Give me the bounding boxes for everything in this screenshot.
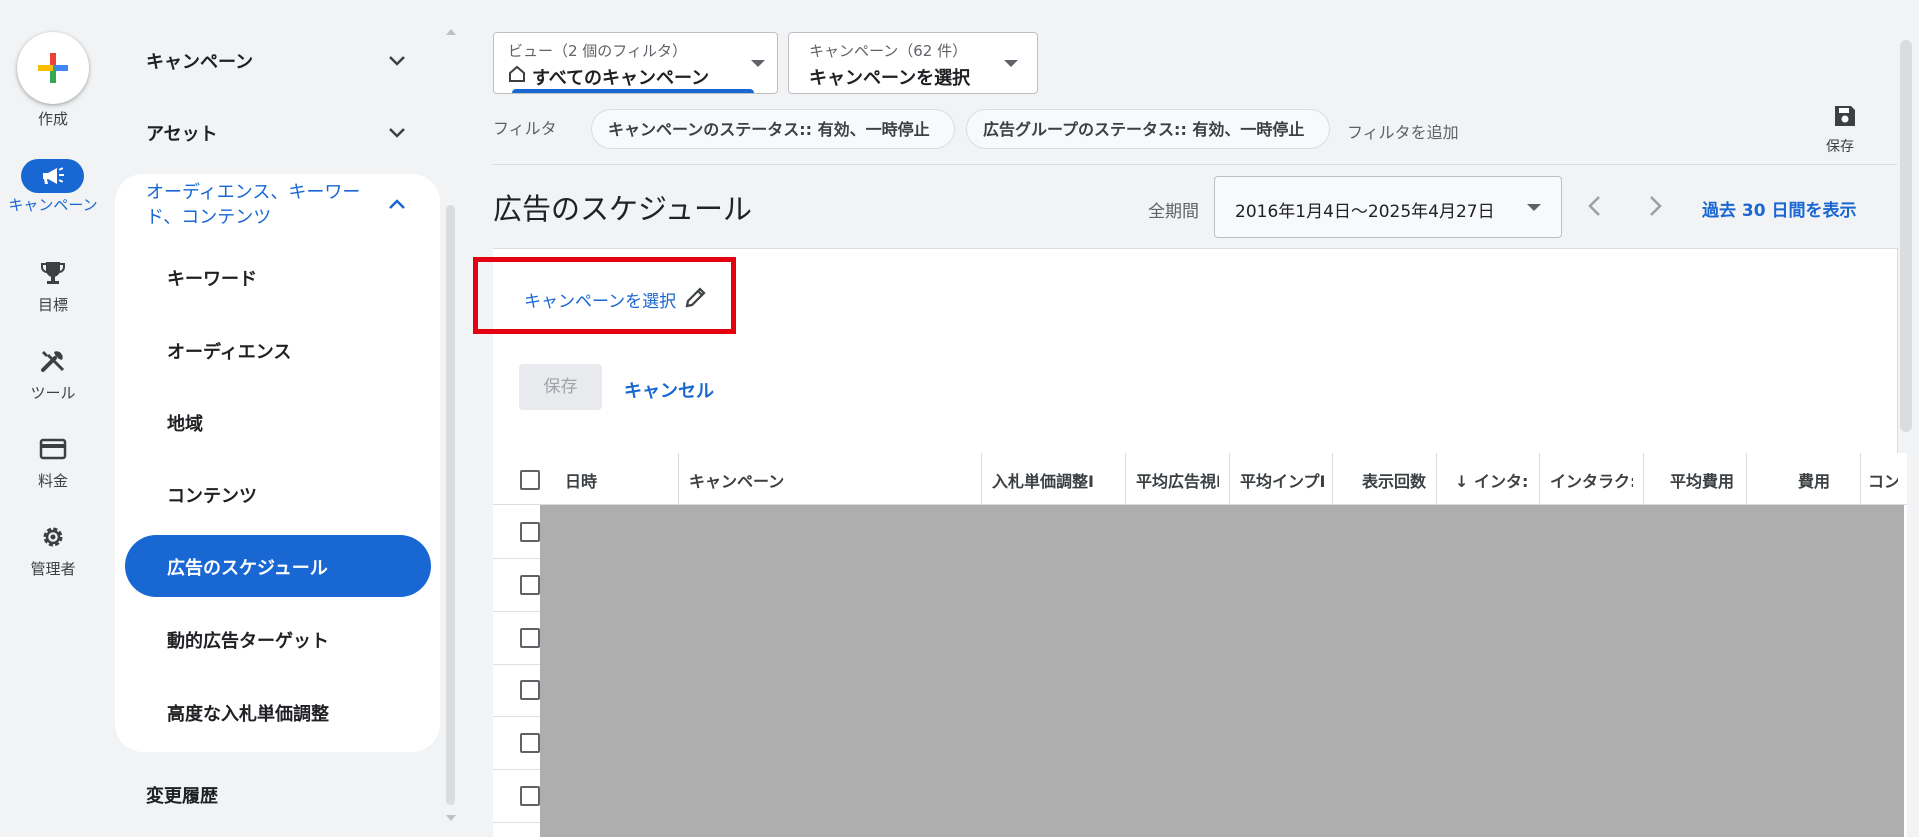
row-divider — [493, 716, 540, 717]
col-header-avg-impression[interactable]: 平均インプⅠ — [1240, 468, 1324, 492]
chevron-up-icon[interactable] — [385, 193, 409, 217]
caret-down-icon — [1527, 204, 1541, 211]
tools-icon[interactable] — [38, 346, 68, 376]
date-range-picker[interactable]: 2016年1月4日～2025年4月27日 — [1214, 176, 1562, 238]
nav-dynamic-ad-targets[interactable]: 動的広告ターゲット — [167, 627, 329, 653]
row-checkbox[interactable] — [520, 680, 540, 700]
home-icon — [509, 65, 525, 82]
editor-cancel-button[interactable]: キャンセル — [624, 377, 714, 403]
nav-content[interactable]: コンテンツ — [167, 482, 257, 508]
nav-campaigns[interactable]: キャンペーン — [146, 48, 253, 74]
col-divider — [1643, 453, 1644, 505]
nav-section-card — [115, 174, 440, 752]
show-last-30-days-link[interactable]: 過去 30 日間を表示 — [1702, 196, 1857, 221]
page-title: 広告のスケジュール — [493, 192, 752, 226]
billing-label: 料金 — [37, 472, 68, 490]
col-divider — [1746, 453, 1747, 505]
chevron-down-icon[interactable] — [385, 120, 409, 144]
chevron-left-icon[interactable] — [1583, 193, 1607, 219]
nav-section-title[interactable]: オーディエンス、キーワード、コンテンツ — [146, 180, 376, 230]
row-divider — [493, 769, 540, 770]
nav-ad-schedule[interactable]: 広告のスケジュール — [125, 535, 431, 597]
editor-save-button[interactable]: 保存 — [519, 364, 602, 410]
filter-chip-adgroup-status[interactable]: 広告グループのステータス:: 有効、一時停止 — [966, 109, 1330, 149]
page-scrollbar[interactable] — [1900, 40, 1912, 432]
select-campaign-link[interactable]: キャンペーンを選択 — [524, 287, 676, 312]
nav-advanced-bid-adjustments[interactable]: 高度な入札単価調整 — [167, 700, 329, 726]
create-button[interactable] — [17, 32, 89, 104]
view-dropdown[interactable]: ビュー（2 個のフィルタ） すべてのキャンペーン — [493, 32, 778, 94]
trophy-icon[interactable] — [38, 258, 68, 288]
col-divider — [1860, 453, 1861, 505]
row-divider — [493, 822, 540, 823]
col-header-interaction-rate[interactable]: インタラク: — [1550, 468, 1633, 492]
create-label: 作成 — [37, 110, 68, 128]
row-checkbox[interactable] — [520, 575, 540, 595]
col-header-avg-ad-view[interactable]: 平均広告視Ⅰ — [1136, 468, 1219, 492]
chevron-down-icon[interactable] — [385, 48, 409, 72]
campaign-dropdown[interactable]: キャンペーン（62 件） キャンペーンを選択 — [788, 32, 1038, 94]
save-top-label[interactable]: 保存 — [1826, 136, 1854, 156]
col-header-interactions-sorted[interactable]: ↓ インタ: — [1455, 468, 1531, 492]
col-divider — [1229, 453, 1230, 505]
col-divider — [1332, 453, 1333, 505]
row-checkbox[interactable] — [520, 628, 540, 648]
col-header-bid-adjustment[interactable]: 入札単価調整Ⅰ — [992, 468, 1095, 492]
col-header-impressions[interactable]: 表示回数 — [1343, 468, 1426, 492]
filter-label: フィルタ — [493, 119, 557, 138]
pencil-icon[interactable] — [683, 284, 709, 310]
nav-scroll-up-arrow-icon[interactable] — [444, 26, 458, 36]
row-divider — [493, 558, 540, 559]
tools-label: ツール — [30, 384, 76, 402]
view-dropdown-caption: ビュー（2 個のフィルタ） — [508, 42, 688, 60]
col-divider — [981, 453, 982, 505]
select-all-checkbox[interactable] — [520, 470, 540, 490]
plus-icon — [38, 53, 68, 83]
campaign-dropdown-value: キャンペーンを選択 — [809, 68, 971, 89]
date-range-value: 2016年1月4日～2025年4月27日 — [1235, 202, 1495, 222]
col-header-cost[interactable]: 費用 — [1757, 468, 1830, 492]
row-checkbox[interactable] — [520, 786, 540, 806]
row-divider — [493, 611, 540, 612]
filter-chip-campaign-status[interactable]: キャンペーンのステータス:: 有効、一時停止 — [591, 109, 955, 149]
col-divider — [1436, 453, 1437, 505]
gear-icon[interactable] — [38, 522, 68, 552]
caret-down-icon — [1004, 60, 1018, 67]
megaphone-icon — [43, 167, 64, 184]
row-checkbox[interactable] — [520, 733, 540, 753]
view-dropdown-value: すべてのキャンペーン — [532, 68, 710, 89]
campaigns-rail-button[interactable] — [21, 159, 84, 193]
goals-label: 目標 — [37, 296, 68, 314]
col-divider — [1539, 453, 1540, 505]
nav-scrollbar[interactable] — [446, 205, 455, 805]
view-dropdown-underline — [512, 89, 754, 93]
redacted-table-content — [540, 505, 1904, 837]
col-header-avg-cost[interactable]: 平均費用 — [1654, 468, 1734, 492]
nav-change-history[interactable]: 変更履歴 — [146, 782, 218, 808]
nav-assets[interactable]: アセット — [146, 120, 218, 146]
nav-ad-schedule-label: 広告のスケジュール — [167, 558, 328, 579]
nav-locations[interactable]: 地域 — [167, 410, 203, 436]
caret-down-icon — [751, 60, 765, 67]
col-header-datetime[interactable]: 日時 — [565, 468, 665, 492]
col-header-conversions[interactable]: コン — [1868, 468, 1898, 492]
campaigns-rail-label: キャンペーン — [8, 196, 98, 214]
nav-keywords[interactable]: キーワード — [167, 265, 257, 291]
credit-card-icon[interactable] — [38, 434, 68, 464]
date-period-label: 全期間 — [1148, 202, 1199, 222]
save-icon[interactable] — [1832, 103, 1858, 129]
col-divider — [1125, 453, 1126, 505]
campaign-dropdown-caption: キャンペーン（62 件） — [809, 42, 968, 60]
row-checkbox[interactable] — [520, 522, 540, 542]
col-header-campaign[interactable]: キャンペーン — [689, 468, 969, 492]
admin-label: 管理者 — [30, 560, 76, 578]
nav-scroll-down-arrow-icon[interactable] — [444, 814, 458, 824]
nav-audiences[interactable]: オーディエンス — [167, 338, 291, 364]
filter-divider — [493, 164, 1897, 165]
col-divider — [678, 453, 679, 505]
add-filter-button[interactable]: フィルタを追加 — [1347, 119, 1459, 143]
row-divider — [493, 664, 540, 665]
chevron-right-icon[interactable] — [1643, 193, 1667, 219]
